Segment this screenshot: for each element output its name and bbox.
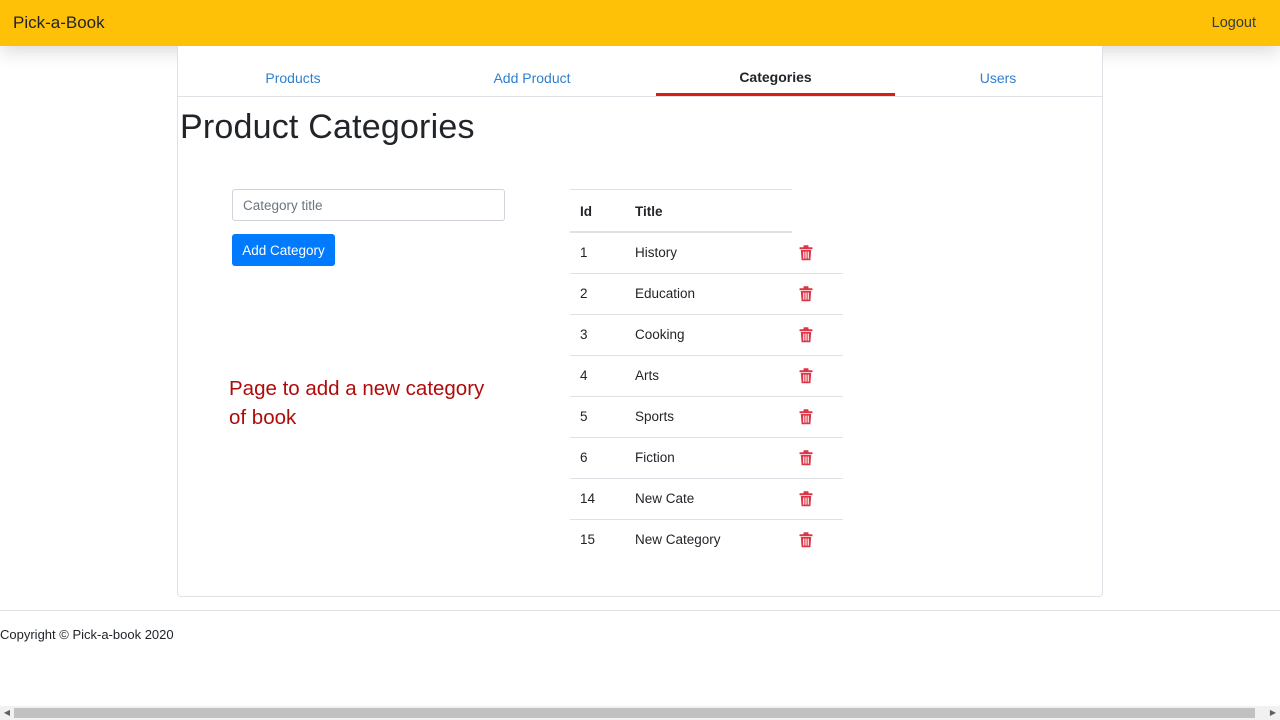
row-title: Education bbox=[635, 286, 696, 301]
trash-icon[interactable] bbox=[799, 409, 813, 425]
table-body: 1 History 2 Education 3 Cooking 4 Arts 5 Sports 6 F… bbox=[570, 233, 843, 560]
horizontal-scrollbar[interactable]: ◀ ▶ bbox=[0, 706, 1280, 720]
scroll-right-icon[interactable]: ▶ bbox=[1266, 706, 1280, 720]
add-category-button[interactable]: Add Category bbox=[232, 234, 335, 266]
table-row: 4 Arts bbox=[570, 355, 843, 396]
top-navbar: Pick-a-Book Logout bbox=[0, 0, 1280, 46]
brand-logo[interactable]: Pick-a-Book bbox=[13, 13, 105, 33]
scrollbar-thumb[interactable] bbox=[14, 708, 1255, 718]
tab-bar: Products Add Product Categories Users bbox=[178, 46, 1102, 97]
tab-categories[interactable]: Categories bbox=[656, 46, 895, 96]
row-title: Sports bbox=[635, 409, 675, 424]
tab-products[interactable]: Products bbox=[178, 46, 408, 96]
footer-divider bbox=[0, 610, 1280, 611]
annotation-line-1: Page to add a new category bbox=[229, 377, 485, 400]
table-row: 6 Fiction bbox=[570, 437, 843, 478]
annotation-note: Page to add a new category of book bbox=[229, 374, 529, 432]
row-title: Arts bbox=[635, 368, 660, 383]
header-title: Title bbox=[635, 204, 663, 219]
row-title: Fiction bbox=[635, 450, 675, 465]
row-id: 4 bbox=[580, 368, 588, 383]
trash-icon[interactable] bbox=[799, 286, 813, 302]
row-id: 1 bbox=[580, 245, 588, 260]
table-row: 3 Cooking bbox=[570, 314, 843, 355]
row-id: 14 bbox=[580, 491, 596, 506]
annotation-line-2: of book bbox=[229, 406, 297, 429]
table-row: 2 Education bbox=[570, 273, 843, 314]
page-title: Product Categories bbox=[180, 108, 475, 146]
table-row: 15 New Category bbox=[570, 519, 843, 560]
categories-table: Id Title 1 History 2 Education 3 Cooking 4 Arts… bbox=[570, 189, 843, 560]
trash-icon[interactable] bbox=[799, 532, 813, 548]
trash-icon[interactable] bbox=[799, 245, 813, 261]
trash-icon[interactable] bbox=[799, 327, 813, 343]
row-title: New Category bbox=[635, 532, 721, 547]
scroll-left-icon[interactable]: ◀ bbox=[0, 706, 14, 720]
tab-users[interactable]: Users bbox=[883, 46, 1113, 96]
table-row: 5 Sports bbox=[570, 396, 843, 437]
table-row: 14 New Cate bbox=[570, 478, 843, 519]
row-title: History bbox=[635, 245, 678, 260]
category-title-input[interactable] bbox=[232, 189, 505, 221]
trash-icon[interactable] bbox=[799, 368, 813, 384]
row-id: 5 bbox=[580, 409, 588, 424]
main-card: Products Add Product Categories Users Pr… bbox=[177, 46, 1103, 597]
row-id: 15 bbox=[580, 532, 596, 547]
copyright-text: Copyright © Pick-a-book 2020 bbox=[0, 627, 174, 642]
logout-link[interactable]: Logout bbox=[1212, 15, 1256, 31]
row-id: 6 bbox=[580, 450, 588, 465]
row-id: 2 bbox=[580, 286, 588, 301]
tab-add-product[interactable]: Add Product bbox=[417, 46, 647, 96]
table-row: 1 History bbox=[570, 233, 843, 273]
active-tab-indicator bbox=[656, 93, 895, 96]
row-title: New Cate bbox=[635, 491, 695, 506]
header-id: Id bbox=[580, 204, 592, 219]
trash-icon[interactable] bbox=[799, 450, 813, 466]
trash-icon[interactable] bbox=[799, 491, 813, 507]
table-header: Id Title bbox=[570, 189, 792, 233]
row-title: Cooking bbox=[635, 327, 685, 342]
row-id: 3 bbox=[580, 327, 588, 342]
